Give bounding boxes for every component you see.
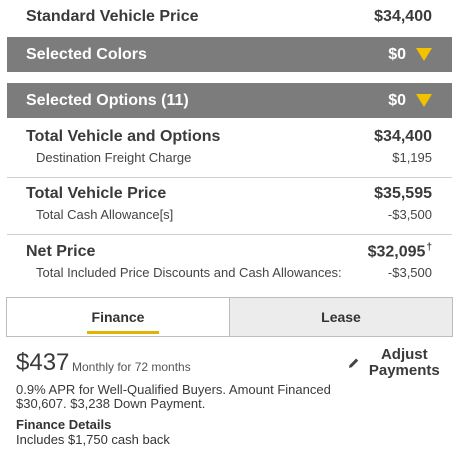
- total-vehicle-price-value: $35,595: [374, 185, 432, 202]
- pencil-icon: [348, 358, 359, 368]
- total-cash-allowance-label: Total Cash Allowance[s]: [36, 207, 174, 222]
- monthly-payment-term: Monthly for 72 months: [72, 360, 191, 374]
- total-vehicle-price-row: Total Vehicle Price $35,595: [26, 185, 432, 203]
- destination-freight-row: Destination Freight Charge $1,195: [36, 150, 432, 165]
- selected-options-toggle[interactable]: Selected Options (11) $0: [7, 83, 452, 118]
- net-price-value-wrap: $32,095†: [368, 242, 432, 261]
- total-discounts-label: Total Included Price Discounts and Cash …: [36, 265, 342, 280]
- selected-colors-right: $0: [388, 46, 432, 64]
- total-vehicle-options-row: Total Vehicle and Options $34,400: [26, 128, 432, 146]
- selected-colors-toggle[interactable]: Selected Colors $0: [7, 37, 452, 72]
- destination-freight-label: Destination Freight Charge: [36, 150, 192, 165]
- selected-colors-value: $0: [388, 45, 406, 63]
- net-price-value: $32,095: [367, 243, 426, 261]
- tab-lease[interactable]: Lease: [230, 297, 453, 337]
- total-vehicle-price-label: Total Vehicle Price: [26, 185, 167, 202]
- total-cash-allowance-value: -$3,500: [387, 207, 432, 222]
- total-vehicle-options-label: Total Vehicle and Options: [26, 128, 221, 145]
- finance-details-text: Includes $1,750 cash back: [16, 432, 170, 447]
- tab-active-indicator: [87, 331, 159, 334]
- finance-details-title: Finance Details: [16, 417, 112, 432]
- standard-vehicle-price-label: Standard Vehicle Price: [26, 8, 199, 25]
- divider: [7, 177, 452, 178]
- net-price-row: Net Price $32,095†: [26, 242, 432, 261]
- total-discounts-value: -$3,500: [387, 265, 432, 280]
- total-vehicle-options-value: $34,400: [374, 128, 432, 145]
- standard-vehicle-price-row: Standard Vehicle Price $34,400: [26, 8, 432, 26]
- selected-options-value: $0: [388, 91, 406, 109]
- selected-options-label: Selected Options (11): [26, 91, 189, 109]
- triangle-down-icon: [416, 94, 432, 107]
- total-cash-allowance-row: Total Cash Allowance[s] -$3,500: [36, 207, 432, 222]
- adjust-payments-button[interactable]: Adjust Payments: [348, 347, 443, 379]
- divider: [7, 234, 452, 235]
- selected-colors-label: Selected Colors: [26, 45, 147, 63]
- tab-lease-label: Lease: [321, 309, 361, 325]
- triangle-down-icon: [416, 48, 432, 61]
- adjust-payments-label: Adjust Payments: [368, 346, 440, 379]
- total-discounts-row: Total Included Price Discounts and Cash …: [36, 265, 432, 280]
- destination-freight-value: $1,195: [392, 150, 432, 165]
- payment-tabs: Finance Lease: [6, 297, 453, 337]
- tab-finance-label: Finance: [91, 309, 145, 325]
- net-price-footnote[interactable]: †: [426, 242, 432, 253]
- selected-options-right: $0: [388, 92, 432, 110]
- standard-vehicle-price-value: $34,400: [374, 8, 432, 25]
- net-price-label: Net Price: [26, 243, 96, 261]
- monthly-payment-amount: $437: [16, 349, 70, 376]
- tab-finance[interactable]: Finance: [6, 297, 230, 337]
- apr-text: 0.9% APR for Well-Qualified Buyers. Amou…: [16, 382, 331, 411]
